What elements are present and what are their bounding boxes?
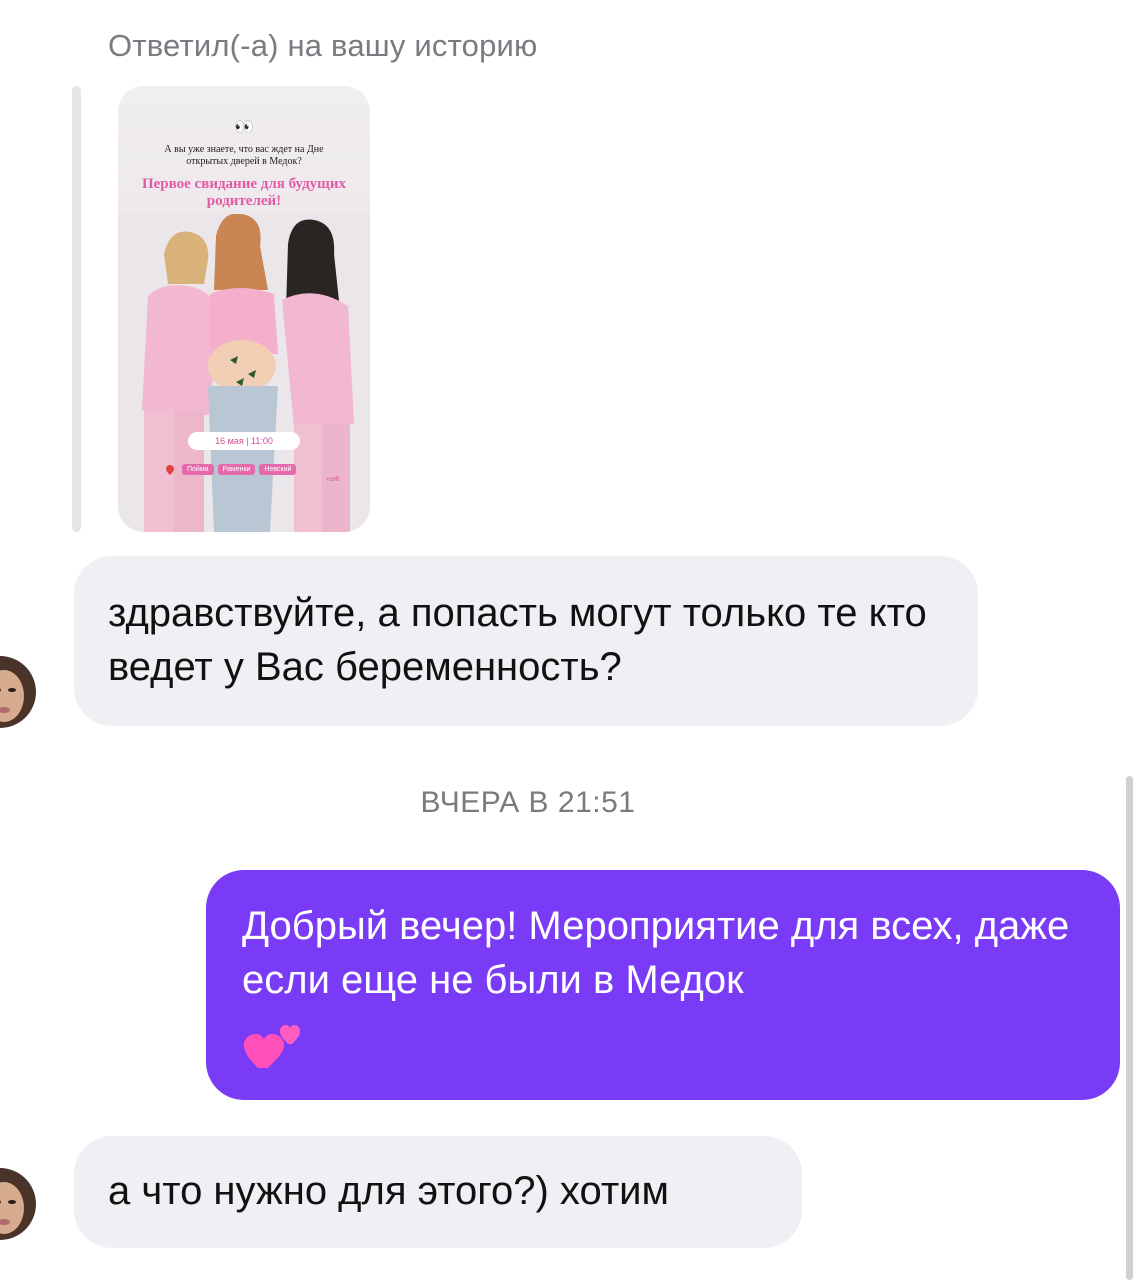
- reply-quote-bar: [72, 86, 81, 532]
- story-headline: Первое свидание для будущих родителей!: [141, 176, 346, 209]
- story-city-label: +спб: [326, 477, 340, 483]
- contact-avatar-image: [0, 1168, 36, 1240]
- story-teaser-text: А вы уже знаете, что вас ждет на Дне отк…: [164, 144, 324, 167]
- two-hearts-icon: [244, 1025, 300, 1068]
- location-chip: Раменки: [217, 464, 256, 475]
- outgoing-message-bubble[interactable]: Добрый вечер! Мероприятие для всех, даже…: [206, 870, 1120, 1100]
- location-chip: Пойма: [182, 464, 214, 475]
- reply-header: Ответил(-а) на вашу историю: [108, 28, 538, 63]
- message-text: здравствуйте, а попасть могут только те …: [108, 591, 927, 689]
- avatar[interactable]: [0, 1168, 36, 1240]
- message-timestamp: ВЧЕРА В 21:51: [420, 786, 636, 819]
- story-preview[interactable]: 👀 А вы уже знаете, что вас ждет на Дне о…: [118, 86, 370, 532]
- location-pin-icon: [166, 464, 174, 475]
- eyes-emoji: 👀: [234, 119, 254, 136]
- contact-avatar-image: [0, 656, 36, 728]
- incoming-message-bubble[interactable]: а что нужно для этого?) хотим: [74, 1136, 802, 1248]
- location-chip: Невский: [259, 464, 297, 475]
- story-photo: [118, 214, 370, 532]
- message-text: а что нужно для этого?) хотим: [108, 1169, 669, 1213]
- story-locations: Пойма Раменки Невский: [166, 464, 297, 475]
- message-text: Добрый вечер! Мероприятие для всех, даже…: [242, 904, 1070, 1002]
- scrollbar[interactable]: [1126, 776, 1133, 1280]
- incoming-message-bubble[interactable]: здравствуйте, а попасть могут только те …: [74, 556, 978, 726]
- story-date-chip: 16 мая | 11:00: [188, 432, 300, 450]
- avatar[interactable]: [0, 656, 36, 728]
